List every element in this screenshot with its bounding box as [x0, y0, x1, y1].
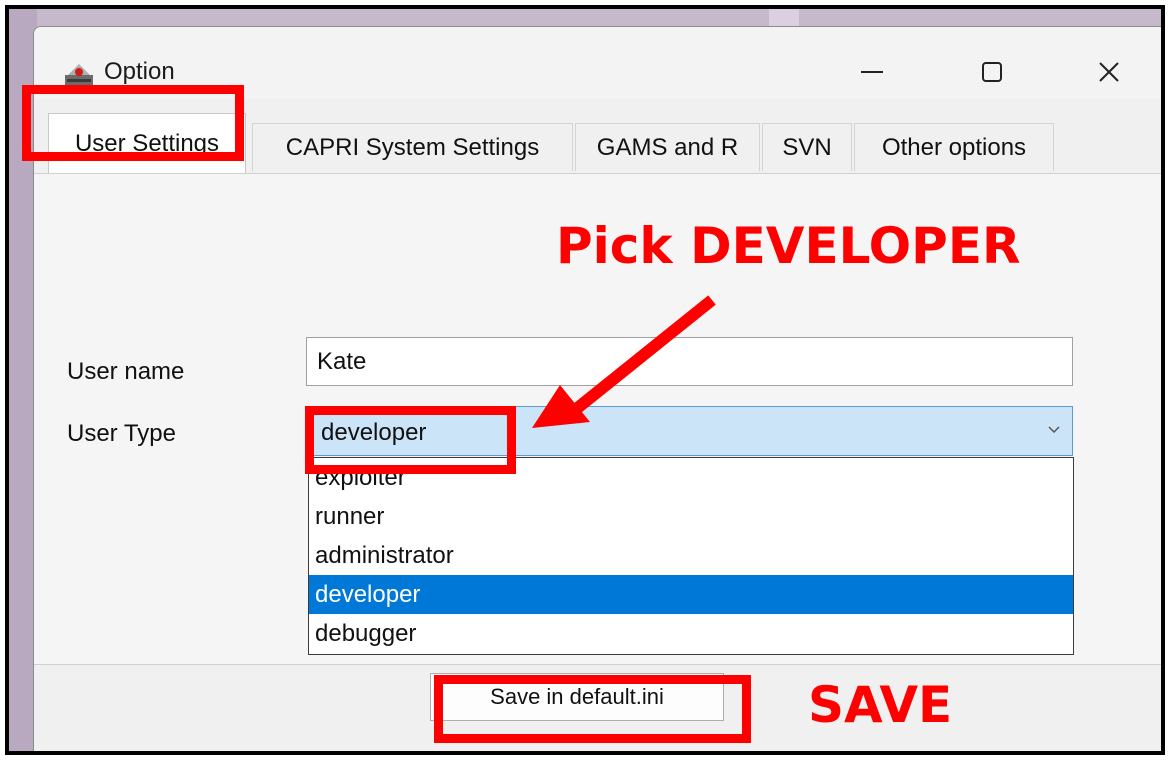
- save-in-default-ini-button[interactable]: Save in default.ini: [430, 673, 724, 721]
- chevron-down-icon: [1048, 426, 1060, 434]
- user-type-selected-value: developer: [321, 419, 427, 446]
- window-title: Option: [104, 58, 175, 85]
- close-button[interactable]: [1079, 47, 1139, 97]
- option-developer[interactable]: developer: [309, 575, 1073, 614]
- minimize-icon: [861, 71, 883, 73]
- option-runner[interactable]: runner: [309, 497, 1073, 536]
- minimize-button[interactable]: [842, 47, 902, 97]
- option-debugger[interactable]: debugger: [309, 614, 1073, 653]
- user-type-dropdown-list: exploiter runner administrator developer…: [308, 457, 1074, 655]
- option-exploiter[interactable]: exploiter: [309, 458, 1073, 497]
- tab-label: Other options: [881, 133, 1027, 161]
- tab-svn[interactable]: SVN: [762, 123, 852, 171]
- maximize-icon: [982, 62, 1002, 82]
- tab-label: SVN: [782, 133, 832, 161]
- tab-other-options[interactable]: Other options: [854, 123, 1054, 171]
- tab-label: GAMS and R: [596, 133, 739, 161]
- user-name-input[interactable]: [306, 337, 1073, 386]
- maximize-button[interactable]: [962, 47, 1022, 97]
- close-icon: [1099, 62, 1119, 82]
- tab-label: User Settings: [74, 129, 220, 157]
- tab-gams-and-r[interactable]: GAMS and R: [575, 123, 760, 171]
- screenshot-frame: Option User Settings CAPRI System Settin…: [5, 5, 1165, 755]
- capri-app-icon: [65, 64, 93, 85]
- tab-capri-system-settings[interactable]: CAPRI System Settings: [252, 123, 573, 171]
- title-bar: Option: [34, 27, 1161, 99]
- tab-user-settings[interactable]: User Settings: [48, 113, 246, 173]
- tab-bar: User Settings CAPRI System Settings GAMS…: [34, 109, 1161, 173]
- user-name-label: User name: [67, 358, 185, 385]
- tab-label: CAPRI System Settings: [285, 133, 540, 161]
- user-type-combobox[interactable]: developer: [306, 406, 1073, 456]
- option-administrator[interactable]: administrator: [309, 536, 1073, 575]
- user-type-label: User Type: [67, 420, 176, 447]
